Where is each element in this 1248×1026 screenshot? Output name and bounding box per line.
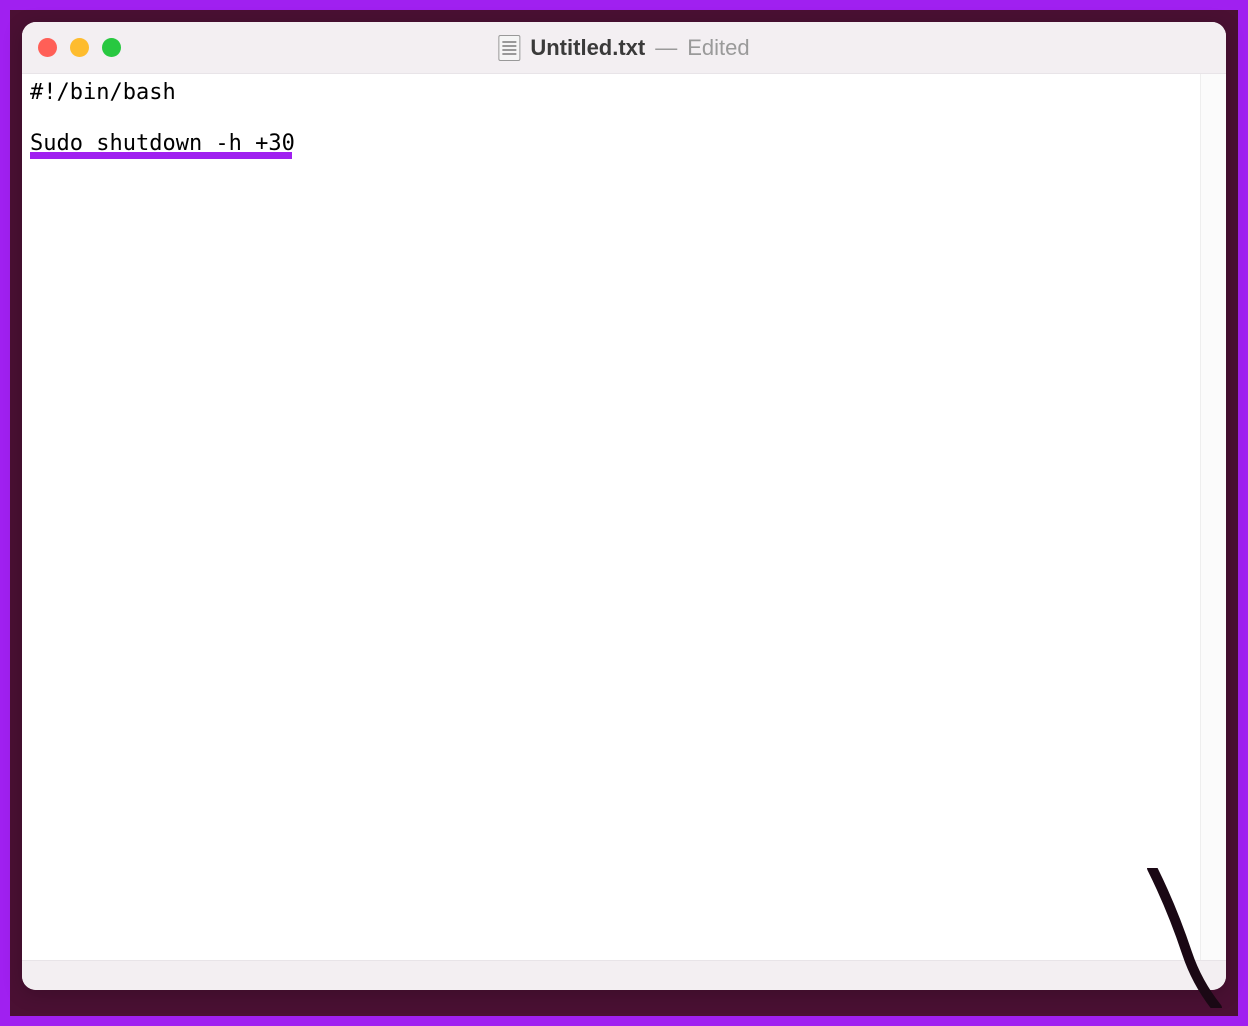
minimize-button[interactable] bbox=[70, 38, 89, 57]
window-title: Untitled.txt — Edited bbox=[498, 35, 749, 61]
maximize-button[interactable] bbox=[102, 38, 121, 57]
app-frame: Untitled.txt — Edited #!/bin/bash Sudo s… bbox=[10, 10, 1238, 1016]
vertical-scrollbar[interactable] bbox=[1200, 74, 1226, 960]
text-editor-window: Untitled.txt — Edited #!/bin/bash Sudo s… bbox=[22, 22, 1226, 990]
title-separator: — bbox=[655, 35, 677, 61]
title-status: Edited bbox=[687, 35, 749, 61]
text-editor-body[interactable]: #!/bin/bash Sudo shutdown -h +30 bbox=[22, 74, 1226, 960]
title-filename: Untitled.txt bbox=[530, 35, 645, 61]
editor-content[interactable]: #!/bin/bash Sudo shutdown -h +30 bbox=[30, 80, 295, 156]
highlight-underline bbox=[30, 152, 292, 159]
document-icon bbox=[498, 35, 520, 61]
window-titlebar[interactable]: Untitled.txt — Edited bbox=[22, 22, 1226, 74]
close-button[interactable] bbox=[38, 38, 57, 57]
traffic-lights bbox=[38, 38, 121, 57]
window-bottom-bar bbox=[22, 960, 1226, 990]
